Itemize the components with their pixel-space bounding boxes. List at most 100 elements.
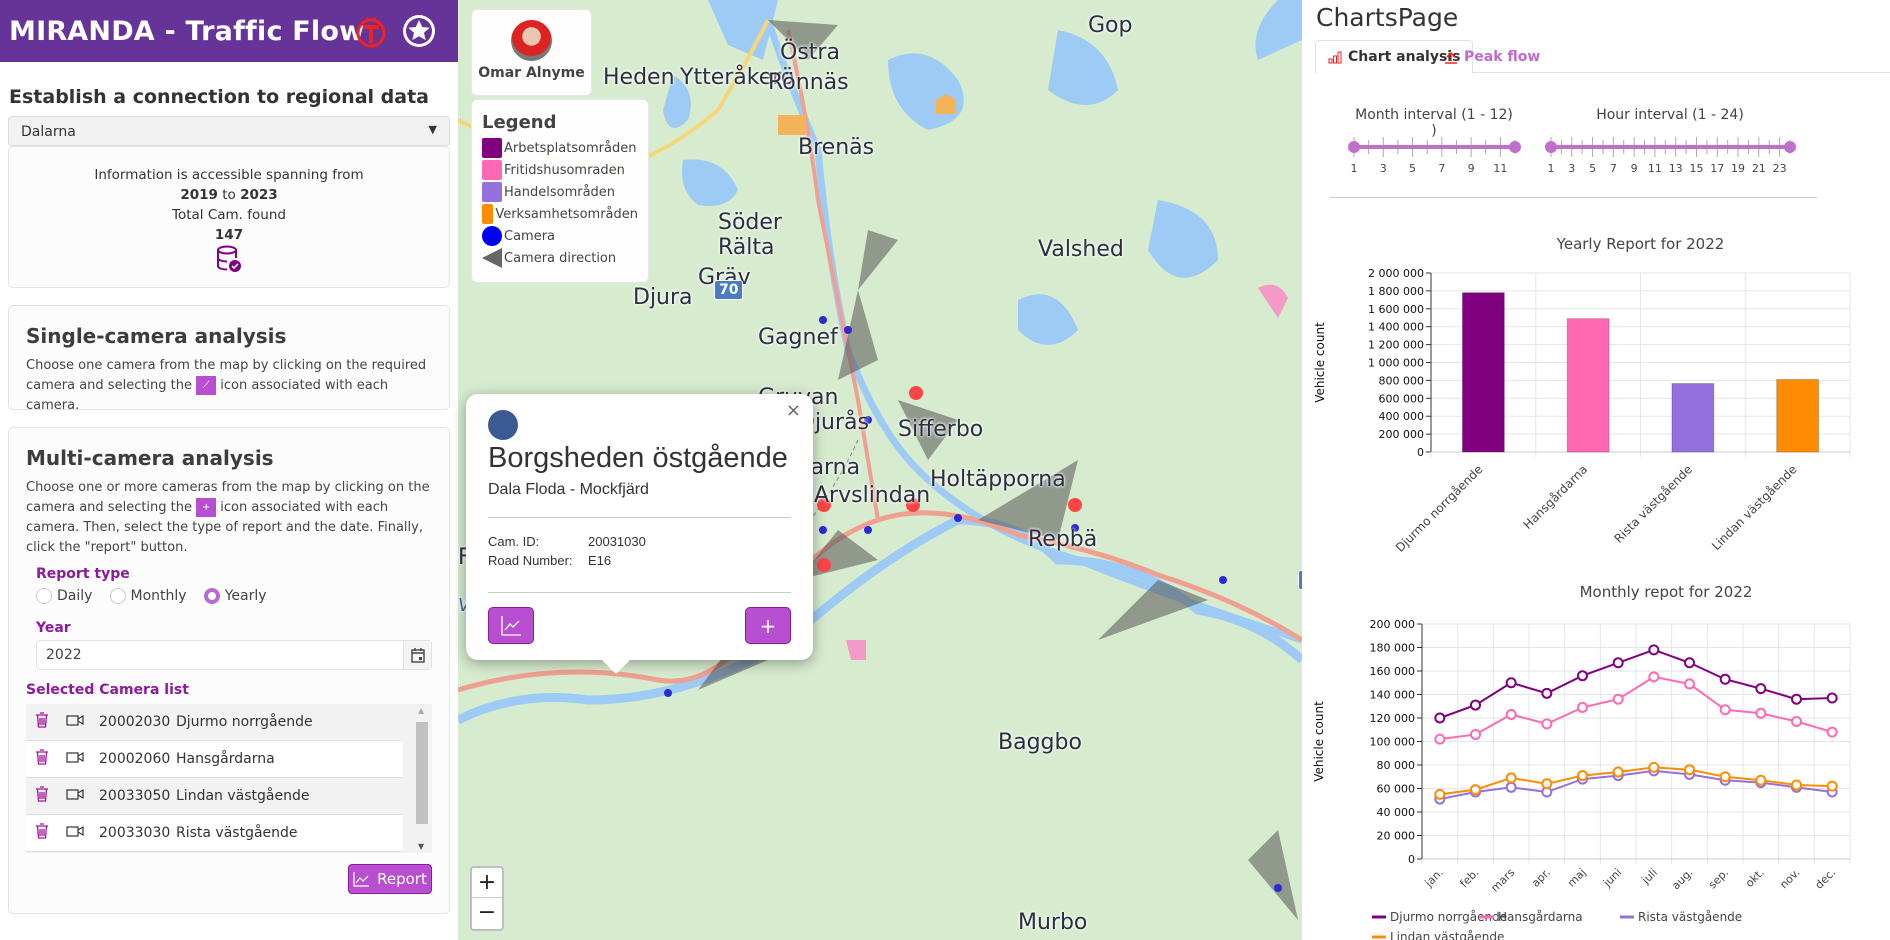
y-tick-label: 60 000 (1377, 783, 1416, 796)
report-button[interactable]: Report (348, 864, 432, 894)
y-tick-label: 1 400 000 (1368, 321, 1424, 334)
legend-label: Rista västgående (1638, 910, 1742, 924)
multi-camera-instructions: Choose one or more cameras from the map … (26, 480, 430, 555)
radio-daily[interactable]: Daily (36, 588, 92, 604)
y-tick-label: 800 000 (1379, 374, 1425, 387)
map-place-label: Östra (780, 40, 840, 65)
y-tick-label: 1 600 000 (1368, 303, 1424, 316)
y-tick-label: 200 000 (1370, 618, 1416, 631)
video-camera-icon (66, 714, 84, 730)
trafikverket-logo-icon (356, 17, 386, 48)
user-card[interactable]: Omar Alnyme (471, 9, 592, 96)
y-tick-label: 1 000 000 (1368, 357, 1424, 370)
data-point (1577, 701, 1588, 713)
close-icon[interactable]: × (786, 400, 801, 421)
legend-label: Lindan västgående (1390, 930, 1504, 940)
camera-name: Djurmo norrgående (176, 714, 313, 730)
camera-list-item: 20033050 Lindan västgående (26, 778, 403, 815)
y-axis-label: Vehicle count (1313, 322, 1327, 403)
star-badge-icon[interactable] (400, 12, 438, 50)
data-point (1719, 673, 1731, 685)
legend-swatch (482, 160, 502, 180)
database-check-icon (217, 245, 241, 272)
popup-tail (602, 660, 630, 674)
app-header: MIRANDA - Traffic Flow (0, 0, 458, 62)
x-tick-label: nov. (1777, 866, 1802, 891)
zoom-out-button[interactable]: − (472, 898, 502, 928)
camera-list-item: 20033030 Rista västgående (26, 815, 403, 852)
data-point (1434, 712, 1446, 724)
data-point (1505, 781, 1517, 793)
report-type-label: Report type (36, 566, 130, 582)
y-tick-label: 1 800 000 (1368, 285, 1424, 298)
map-place-label: Rälta (718, 235, 775, 260)
legend-swatch (482, 182, 502, 202)
zoom-in-button[interactable]: + (472, 868, 502, 898)
y-tick-label: 80 000 (1377, 759, 1416, 772)
data-point (1791, 693, 1802, 705)
data-point (1719, 704, 1731, 716)
y-tick-label: 120 000 (1370, 712, 1416, 725)
map-place-label: Gop (1088, 13, 1133, 38)
data-point (1684, 764, 1695, 776)
region-select[interactable]: Dalarna ▼ (8, 116, 450, 146)
data-point (1684, 657, 1695, 669)
trash-icon[interactable] (35, 823, 49, 843)
camera-avatar-icon (488, 410, 518, 440)
calendar-icon[interactable] (403, 641, 431, 669)
x-tick-label: jan. (1422, 866, 1446, 890)
y-tick-label: 0 (1408, 853, 1415, 866)
map-place-label: Holtäpporna (930, 467, 1066, 492)
add-camera-button[interactable]: + (745, 607, 791, 644)
y-tick-label: 140 000 (1370, 689, 1416, 702)
data-point (1826, 780, 1838, 792)
camera-id: 20033050 (99, 788, 171, 804)
trash-icon[interactable] (35, 712, 49, 732)
data-point (1826, 692, 1838, 704)
data-point (1684, 678, 1695, 690)
x-tick-label: Djurmo norrgående (1393, 462, 1486, 555)
x-tick-label: Lindan västgående (1709, 462, 1800, 553)
charts-canvas: Yearly Report for 2022 0 200 000 400 000 600… (1312, 235, 1851, 940)
camera-list-item: 20002060 Hansgårdarna (26, 741, 403, 778)
map-place-label: Murbo (1018, 910, 1088, 935)
trash-icon[interactable] (35, 786, 49, 806)
trash-icon[interactable] (35, 749, 49, 769)
y-tick-label: 20 000 (1377, 830, 1416, 843)
y-tick-label: 200 000 (1379, 428, 1425, 441)
y-tick-label: 1 200 000 (1368, 339, 1424, 352)
year-input[interactable]: 2022 (36, 640, 432, 670)
map-place-label: Djura (633, 285, 693, 310)
radio-monthly[interactable]: Monthly (109, 588, 187, 604)
data-point (1505, 772, 1517, 784)
x-tick-label: maj (1565, 866, 1589, 890)
radio-yearly[interactable]: Yearly (203, 588, 267, 604)
y-tick-label: 40 000 (1377, 806, 1416, 819)
video-camera-icon (66, 751, 84, 767)
camera-id: 20002060 (99, 751, 171, 767)
camera-id: 20002030 (99, 714, 171, 730)
scrollbar[interactable]: ▲ ▼ (416, 704, 429, 853)
avatar (511, 20, 552, 61)
chart-title: Yearly Report for 2022 (1556, 235, 1725, 253)
data-point (1541, 718, 1553, 730)
x-tick-label: feb. (1457, 866, 1481, 890)
legend-item: Camera (482, 225, 638, 247)
x-tick-label: juni (1600, 866, 1624, 890)
camera-direction-icon (482, 248, 502, 268)
camera-name: Lindan västgående (176, 788, 310, 804)
single-analysis-button[interactable] (488, 607, 534, 644)
camera-id: 20033030 (99, 825, 171, 841)
x-tick-label: Hansgårdarna (1521, 462, 1591, 532)
bar (1671, 383, 1715, 453)
data-point (1541, 687, 1553, 699)
plus-icon: + (196, 498, 217, 517)
video-camera-icon (66, 788, 84, 804)
chart-line-icon: ⟋ (196, 376, 217, 395)
legend-swatch (482, 138, 502, 158)
data-point (1648, 644, 1660, 656)
map-place-label: Söder (718, 210, 782, 235)
connection-title: Establish a connection to regional data (9, 86, 429, 108)
data-point (1648, 671, 1660, 683)
map-place-label: Repbä (1028, 527, 1098, 552)
